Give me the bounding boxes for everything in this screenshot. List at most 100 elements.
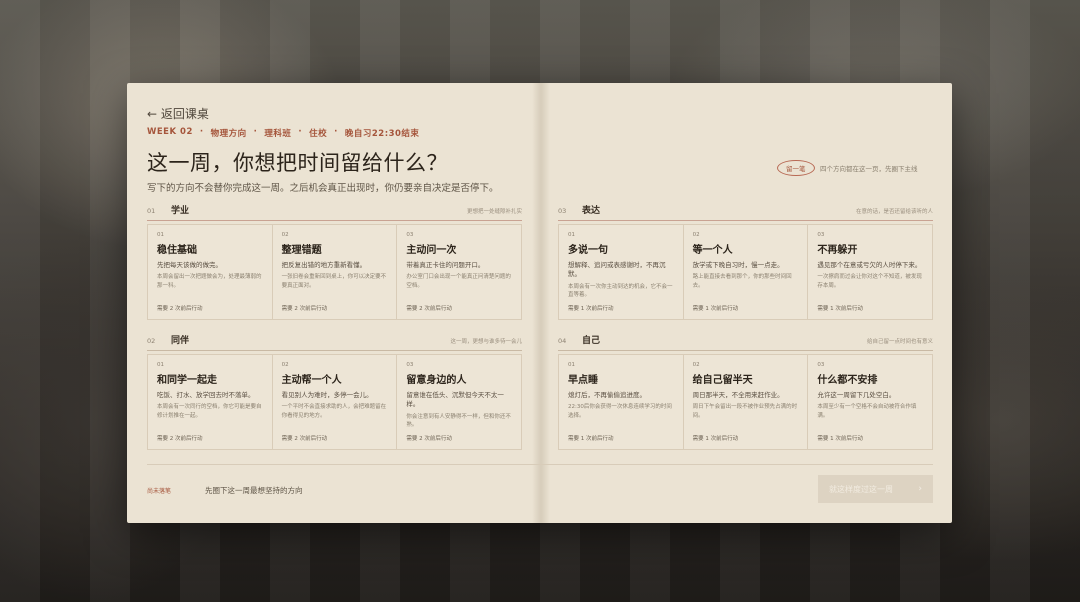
group-number: 01 <box>147 207 156 215</box>
confirm-button-label: 就这样度过这一周 <box>829 484 893 494</box>
group-academics: 01 学业 更想把一处缝隙补扎实 01 稳住基础 先把每天该做的做完。 本周会留… <box>147 203 522 320</box>
card-title: 整理错题 <box>281 245 322 256</box>
option-card[interactable]: 02 给自己留半天 周日那半天，不全用来赶作业。 周日下午会留出一段不被作业预先… <box>684 355 809 449</box>
card-title: 稳住基础 <box>157 245 197 256</box>
option-card[interactable]: 01 多说一句 想解释、追问或表感谢时，不再沉默。 本周会有一次你主动到达的机会… <box>559 225 684 319</box>
meta-class: 理科班 <box>264 129 292 139</box>
option-card[interactable]: 03 什么都不安排 允许这一周留下几处空白。 本周至少有一个空格不会自动被符合作… <box>808 355 932 449</box>
meta-separator: · <box>253 127 258 137</box>
card-description: 22:30后你会获得一次休息连续学习的时间选择。 <box>568 404 672 419</box>
card-title: 不再躲开 <box>817 245 858 256</box>
group-number: 02 <box>147 337 156 345</box>
planner-notebook: ← 返回课桌 WEEK 02 · 物理方向 · 理科班 · 住校 · 晚自习22… <box>127 83 952 523</box>
card-number: 01 <box>568 232 575 238</box>
card-description: 你会注意到有人安静得不一样，但和你还不熟。 <box>406 413 511 429</box>
card-tagline: 带着真正卡住的问题开口。 <box>406 261 485 269</box>
card-description: 本周会有一次同行的空档，你它可能是要自修计划推在一起。 <box>157 404 262 419</box>
chevron-right-icon: › <box>918 484 922 494</box>
card-row: 01 和同学一起走 吃饭、打水、放学回去时不落单。 本周会有一次同行的空档，你它… <box>147 354 522 450</box>
page-title: 这一周，你想把时间留给什么？ <box>147 151 448 175</box>
option-card[interactable]: 02 主动帮一个人 看见别人为难时，多停一会儿。 一个平时不会直接求助的人，会把… <box>273 355 398 449</box>
option-card[interactable]: 01 早点睡 熄灯后，不再偷偷追进度。 22:30后你会获得一次休息连续学习的时… <box>559 355 684 449</box>
option-card[interactable]: 02 等一个人 放学或下晚自习时，慢一点走。 路上能直接去看到那个，你的那些时间… <box>684 225 809 319</box>
card-title: 留意身边的人 <box>406 375 467 386</box>
card-description: 办公室门口会出现一个能真正问清楚问题的空档。 <box>406 274 511 289</box>
card-tagline: 想解释、追问或表感谢时，不再沉默。 <box>568 261 666 279</box>
card-tagline: 留意谁在低头、沉默但今天不太一样。 <box>406 391 504 409</box>
stamp-badge: 留一笔 <box>777 160 815 176</box>
card-description: 一次擦肩而过会让你对这个不知道，被发现存本周。 <box>817 274 922 289</box>
card-number: 01 <box>157 232 164 238</box>
meta-separator: · <box>199 127 204 137</box>
meta-direction: 物理方向 <box>210 129 247 139</box>
card-number: 02 <box>281 362 289 368</box>
card-description: 周日下午会留出一段不被作业预先占满的时间。 <box>692 404 798 419</box>
card-requirement: 需要 1 次前后行动 <box>692 436 739 442</box>
card-description: 本周会有一次你主动到达的机会，它不会一直等着。 <box>568 283 673 299</box>
group-title: 同伴 <box>171 336 190 346</box>
option-card[interactable]: 03 留意身边的人 留意谁在低头、沉默但今天不太一样。 你会注意到有人安静得不一… <box>397 355 521 449</box>
card-row: 01 稳住基础 先把每天该做的做完。 本周会留出一次把题做会为，处理最薄弱的那一… <box>147 224 522 320</box>
meta-separator: · <box>298 127 303 137</box>
option-card[interactable]: 01 和同学一起走 吃饭、打水、放学回去时不落单。 本周会有一次同行的空档，你它… <box>148 355 273 449</box>
card-requirement: 需要 1 次前后行动 <box>817 306 863 312</box>
card-row: 01 多说一句 想解释、追问或表感谢时，不再沉默。 本周会有一次你主动到达的机会… <box>558 224 933 320</box>
week-meta-line: WEEK 02 · 物理方向 · 理科班 · 住校 · 晚自习22:30结束 <box>147 127 419 139</box>
group-self: 04 自己 给自己留一点时间也有意义 01 早点睡 熄灯后，不再偷偷追进度。 2… <box>558 333 933 450</box>
card-requirement: 需要 1 次前后行动 <box>817 436 863 442</box>
card-description: 一张旧卷会重新回到桌上，你可以决定要不要真正面对。 <box>281 274 387 289</box>
group-peers: 02 同伴 这一周，更想与谁多待一会儿 01 和同学一起走 吃饭、打水、放学回去… <box>147 333 522 450</box>
card-number: 01 <box>568 362 575 368</box>
card-tagline: 遇见那个在意或亏欠的人时停下来。 <box>817 261 922 269</box>
meta-week: WEEK 02 <box>147 127 193 137</box>
group-number: 03 <box>558 207 567 215</box>
card-description: 一个平时不会直接求助的人，会把难题留在你看得见的地方。 <box>281 404 387 419</box>
footer-hint: 先圈下这一周最想坚持的方向 <box>205 486 303 495</box>
card-description: 本周至少有一个空格不会自动被符合作填满。 <box>817 404 917 419</box>
confirm-week-button[interactable]: 就这样度过这一周 › <box>818 475 933 503</box>
card-requirement: 需要 1 次前后行动 <box>568 306 614 312</box>
group-header: 01 学业 更想把一处缝隙补扎实 <box>147 203 522 221</box>
card-tagline: 吃饭、打水、放学回去时不落单。 <box>157 391 255 399</box>
group-title: 表达 <box>582 206 601 216</box>
card-title: 等一个人 <box>692 245 733 256</box>
group-hint: 更想把一处缝隙补扎实 <box>466 209 522 215</box>
card-requirement: 需要 1 次前后行动 <box>568 436 614 442</box>
back-to-desk-link[interactable]: ← 返回课桌 <box>147 105 209 122</box>
option-card[interactable]: 02 整理错题 把反复出错的地方重新看懂。 一张旧卷会重新回到桌上，你可以决定要… <box>273 225 398 319</box>
card-number: 02 <box>692 362 700 368</box>
card-number: 03 <box>406 232 414 238</box>
card-requirement: 需要 2 次前后行动 <box>157 306 203 312</box>
book-spine <box>532 83 550 523</box>
option-card[interactable]: 01 稳住基础 先把每天该做的做完。 本周会留出一次把题做会为，处理最薄弱的那一… <box>148 225 273 319</box>
card-tagline: 看见别人为难时，多停一会儿。 <box>281 391 373 399</box>
card-description: 本周会留出一次把题做会为，处理最薄弱的那一科。 <box>157 274 262 289</box>
card-tagline: 把反复出错的地方重新看懂。 <box>281 261 367 269</box>
card-requirement: 需要 2 次前后行动 <box>281 306 328 312</box>
card-requirement: 需要 1 次前后行动 <box>692 306 739 312</box>
meta-boarding: 住校 <box>309 129 328 139</box>
card-title: 早点睡 <box>568 375 598 386</box>
card-tagline: 先把每天该做的做完。 <box>157 261 222 269</box>
card-number: 03 <box>817 232 825 238</box>
meta-separator: · <box>334 127 338 137</box>
group-header: 02 同伴 这一周，更想与谁多待一会儿 <box>147 333 522 351</box>
card-tagline: 放学或下晚自习时，慢一点走。 <box>692 261 784 269</box>
group-header: 03 表达 在意的话，是否还留给该听的人 <box>558 203 933 221</box>
card-requirement: 需要 2 次前后行动 <box>281 436 328 442</box>
card-title: 多说一句 <box>568 245 608 256</box>
selection-status: 尚未落笔 <box>147 488 172 495</box>
option-card[interactable]: 03 不再躲开 遇见那个在意或亏欠的人时停下来。 一次擦肩而过会让你对这个不知道… <box>808 225 932 319</box>
option-card[interactable]: 03 主动问一次 带着真正卡住的问题开口。 办公室门口会出现一个能真正问清楚问题… <box>397 225 521 319</box>
group-hint: 给自己留一点时间也有意义 <box>866 339 933 345</box>
meta-study-end: 晚自习22:30结束 <box>344 129 420 139</box>
card-requirement: 需要 2 次前后行动 <box>406 436 452 442</box>
card-title: 什么都不安排 <box>817 375 878 386</box>
page-subtitle: 写下的方向不会替你完成这一周。之后机会真正出现时，你仍要亲自决定是否停下。 <box>147 183 499 194</box>
card-number: 01 <box>157 362 164 368</box>
card-number: 03 <box>406 362 414 368</box>
card-requirement: 需要 2 次前后行动 <box>406 306 452 312</box>
card-number: 03 <box>817 362 825 368</box>
card-title: 给自己留半天 <box>692 375 753 386</box>
group-hint: 这一周，更想与谁多待一会儿 <box>450 339 522 345</box>
